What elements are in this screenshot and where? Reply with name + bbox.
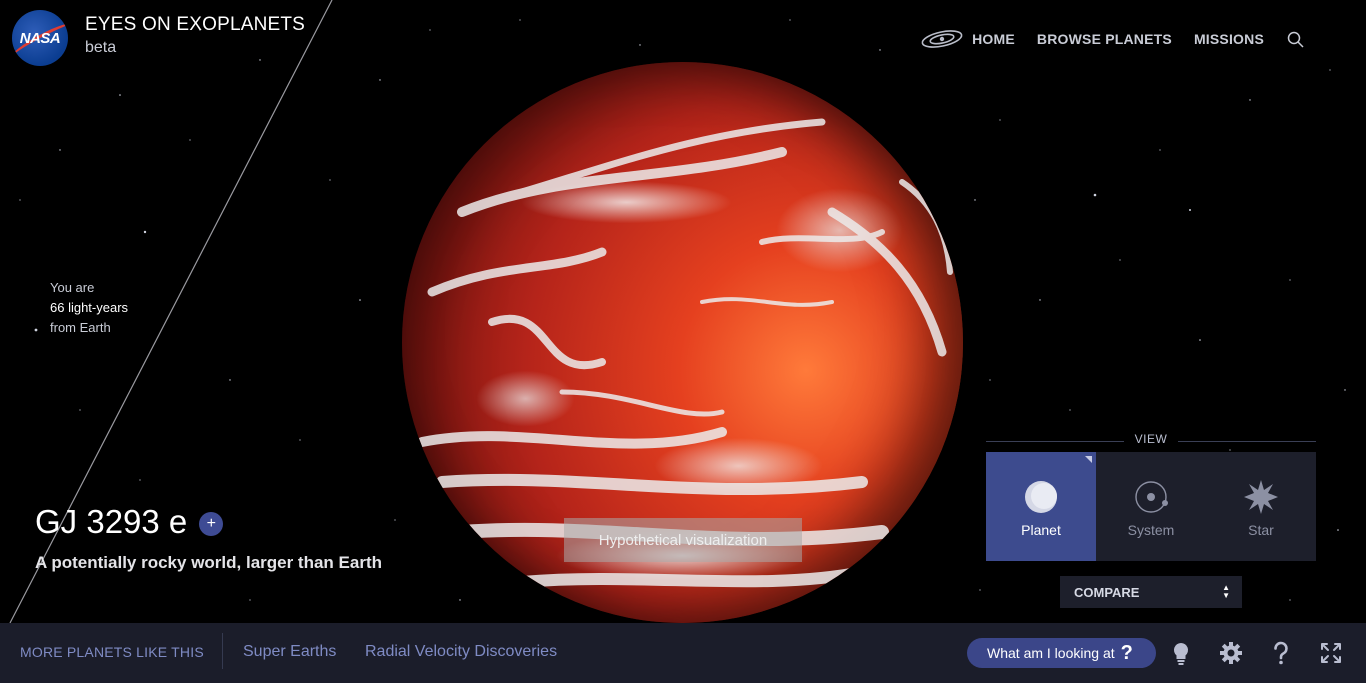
bottom-bar: MORE PLANETS LIKE THIS Super Earths Radi…	[0, 623, 1366, 683]
nasa-logo[interactable]: NASA	[12, 10, 68, 66]
what-am-i-looking-at-button[interactable]: What am I looking at ?	[967, 638, 1156, 668]
distance-prefix: You are	[50, 280, 95, 295]
select-arrows-icon: ▲ ▼	[1222, 583, 1230, 600]
distance-suffix: from Earth	[50, 320, 111, 335]
view-system-label: System	[1127, 522, 1175, 538]
nav-home[interactable]: HOME	[972, 31, 1015, 47]
add-planet-button[interactable]: +	[199, 512, 224, 536]
view-planet-option[interactable]: Planet	[986, 452, 1096, 561]
help-icon[interactable]	[1268, 640, 1294, 666]
more-planets-label: MORE PLANETS LIKE THIS	[20, 644, 204, 660]
galaxy-icon[interactable]	[920, 28, 964, 50]
question-mark-icon: ?	[1120, 641, 1133, 664]
nav-browse-planets[interactable]: BROWSE PLANETS	[1037, 31, 1172, 47]
star-burst-icon	[1244, 480, 1278, 514]
main-nav: HOME BROWSE PLANETS MISSIONS	[920, 28, 1264, 50]
view-star-option[interactable]: Star	[1206, 452, 1316, 561]
compare-select[interactable]: COMPARE ▲ ▼	[1060, 576, 1242, 608]
view-star-label: Star	[1248, 522, 1274, 538]
planet-icon	[1025, 481, 1057, 513]
view-selector: Planet System Star	[986, 452, 1316, 561]
view-planet-label: Planet	[1021, 522, 1061, 538]
radial-velocity-link[interactable]: Radial Velocity Discoveries	[365, 643, 557, 661]
super-earths-link[interactable]: Super Earths	[243, 643, 336, 661]
planet-description: A potentially rocky world, larger than E…	[35, 553, 382, 572]
app-subtitle: beta	[85, 39, 117, 56]
view-system-option[interactable]: System	[1096, 452, 1206, 561]
distance-readout: You are 66 light-years from Earth	[50, 278, 128, 338]
distance-value: 66 light-years	[50, 300, 129, 315]
fullscreen-icon[interactable]	[1318, 640, 1344, 666]
system-icon	[1135, 481, 1168, 513]
planet-name: GJ 3293 e	[35, 503, 188, 540]
planet-title: GJ 3293 e +	[35, 503, 224, 541]
compare-label: COMPARE	[1074, 584, 1140, 600]
nasa-logo-text: NASA	[19, 29, 61, 47]
view-label: VIEW	[986, 432, 1316, 446]
hypothetical-visualization-label: Hypothetical visualization	[564, 518, 802, 562]
divider	[222, 633, 223, 669]
gear-icon[interactable]	[1218, 640, 1244, 666]
app-title[interactable]: EYES ON EXOPLANETS	[85, 14, 305, 36]
search-icon[interactable]	[1286, 30, 1306, 50]
lightbulb-icon[interactable]	[1168, 640, 1194, 666]
nav-missions[interactable]: MISSIONS	[1194, 31, 1264, 47]
looking-label: What am I looking at	[987, 645, 1115, 661]
